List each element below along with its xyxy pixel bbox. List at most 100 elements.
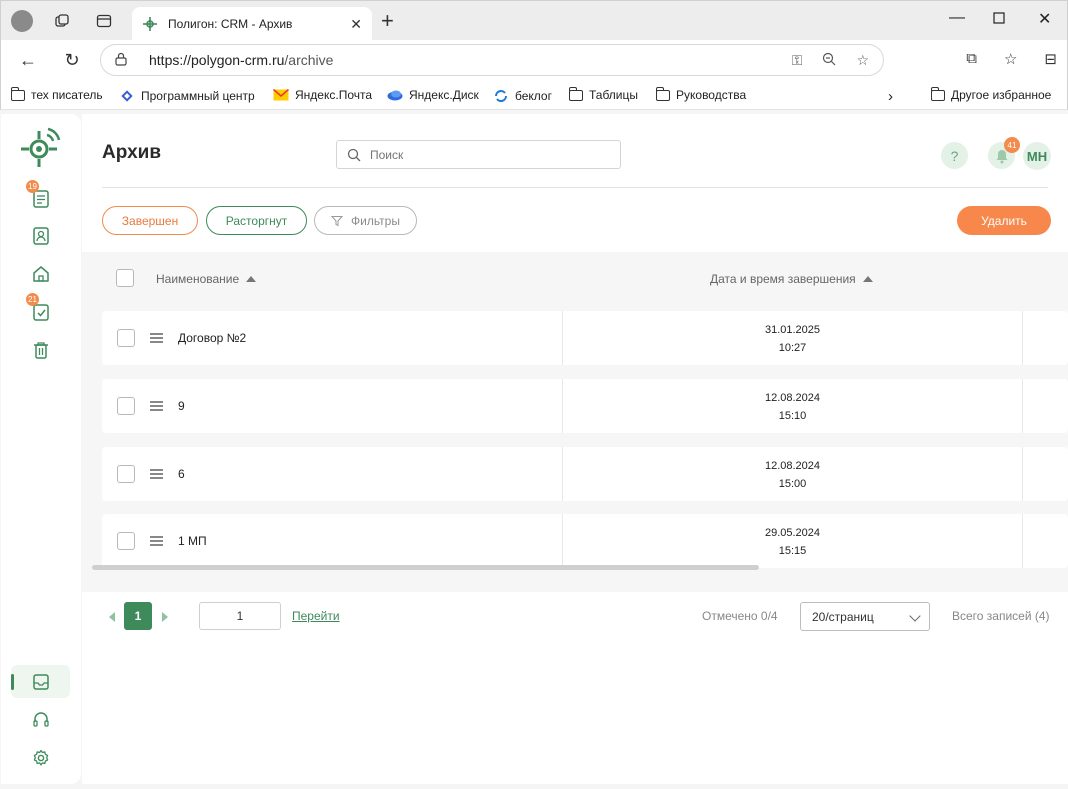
- trash-icon: [34, 342, 48, 359]
- row-date: 29.05.2024: [764, 527, 821, 539]
- page-number-current[interactable]: 1: [124, 602, 152, 630]
- per-page-select[interactable]: 20/страниц: [800, 602, 930, 631]
- bookmark-item[interactable]: беклог: [493, 88, 552, 104]
- sidebar-item-tasks[interactable]: 21: [26, 293, 54, 325]
- url-host: https://polygon-crm.ru: [149, 52, 285, 68]
- folder-icon: [569, 86, 583, 101]
- header-divider: [102, 187, 1048, 188]
- archive-table: Наименование Дата и время завершения Дог…: [82, 252, 1068, 592]
- sidebar-toggle-icon[interactable]: ⊟: [1044, 50, 1057, 68]
- sidebar-item-support[interactable]: [28, 707, 54, 733]
- table-row[interactable]: Договор №2 31.01.2025 10:27: [102, 311, 1068, 365]
- selected-count: Отмечено 0/4: [702, 609, 778, 623]
- browser-tab[interactable]: Полигон: CRM - Архив ✕: [132, 7, 372, 41]
- row-checkbox[interactable]: [117, 465, 135, 483]
- drag-handle-icon[interactable]: [150, 536, 163, 546]
- funnel-icon: [331, 215, 344, 226]
- url-field[interactable]: https://polygon-crm.ru/archive ⚿ ☆: [100, 44, 884, 76]
- table-row[interactable]: 1 МП 29.05.2024 15:15: [102, 514, 1068, 568]
- row-time: 15:15: [778, 545, 807, 557]
- contact-card-icon: [33, 227, 49, 245]
- column-header-name[interactable]: Наименование: [156, 272, 257, 286]
- profile-icon[interactable]: [11, 10, 33, 32]
- row-date: 31.01.2025: [764, 324, 821, 336]
- column-header-date[interactable]: Дата и время завершения: [710, 272, 873, 286]
- tasks-badge: 21: [26, 293, 39, 306]
- bookmark-item[interactable]: Яндекс.Почта: [273, 88, 372, 102]
- sidebar-item-home[interactable]: [28, 261, 54, 287]
- workspaces-icon[interactable]: [51, 10, 73, 32]
- sidebar-item-contacts[interactable]: [28, 223, 54, 249]
- search-input[interactable]: [370, 147, 600, 162]
- sidebar-item-settings[interactable]: [28, 745, 54, 771]
- bookmark-item[interactable]: Программный центр: [119, 88, 255, 104]
- filters-label: Фильтры: [351, 213, 400, 228]
- select-all-checkbox[interactable]: [116, 269, 134, 287]
- prev-page-icon[interactable]: [109, 612, 115, 622]
- tab-title: Полигон: CRM - Архив: [168, 17, 293, 31]
- back-icon[interactable]: ←: [16, 48, 40, 72]
- new-tab-icon[interactable]: +: [381, 9, 394, 33]
- favorites-icon[interactable]: ☆: [1004, 50, 1017, 68]
- reload-icon[interactable]: ↻: [60, 48, 84, 72]
- row-name: 9: [178, 399, 185, 413]
- close-window-icon[interactable]: ✕: [1038, 9, 1051, 29]
- row-checkbox[interactable]: [117, 397, 135, 415]
- cell-divider: [1022, 514, 1023, 568]
- row-name: 6: [178, 467, 185, 481]
- bookmark-label: Таблицы: [589, 88, 639, 102]
- bookmark-label: Яндекс.Диск: [409, 88, 479, 102]
- sidebar-item-documents[interactable]: 19: [26, 180, 54, 212]
- row-checkbox[interactable]: [117, 532, 135, 550]
- next-page-icon[interactable]: [162, 612, 168, 622]
- search-box[interactable]: [336, 140, 621, 169]
- help-button[interactable]: ?: [941, 142, 968, 169]
- filters-button[interactable]: Фильтры: [314, 206, 417, 235]
- goto-page-link[interactable]: Перейти: [292, 609, 340, 623]
- sort-asc-icon[interactable]: [862, 276, 873, 282]
- row-checkbox[interactable]: [117, 329, 135, 347]
- row-date: 12.08.2024: [764, 460, 821, 472]
- sort-asc-icon[interactable]: [246, 276, 257, 282]
- filter-terminated-chip[interactable]: Расторгнут: [206, 206, 307, 235]
- bookmark-item[interactable]: Таблицы: [569, 86, 639, 102]
- delete-button[interactable]: Удалить: [957, 206, 1051, 235]
- row-datetime: 31.01.2025 10:27: [563, 321, 1022, 357]
- cell-divider: [1022, 447, 1023, 501]
- table-row[interactable]: 9 12.08.2024 15:10: [102, 379, 1068, 433]
- sidebar-item-trash[interactable]: [28, 337, 54, 363]
- cell-divider: [1022, 311, 1023, 365]
- sidebar-item-archive[interactable]: [28, 669, 54, 695]
- extensions-icon[interactable]: ⧉: [966, 50, 977, 68]
- goto-page-input[interactable]: [199, 602, 281, 630]
- drag-handle-icon[interactable]: [150, 469, 163, 479]
- favorite-star-icon[interactable]: ☆: [856, 52, 869, 69]
- bookmark-item[interactable]: Яндекс.Диск: [387, 88, 479, 102]
- sidebar-active-indicator: [11, 674, 14, 690]
- key-icon[interactable]: ⚿: [792, 52, 803, 69]
- bookmark-item[interactable]: тех писатель: [11, 86, 103, 102]
- row-date: 12.08.2024: [764, 392, 821, 404]
- bookmarks-more-icon[interactable]: ›: [888, 88, 893, 105]
- drag-handle-icon[interactable]: [150, 401, 163, 411]
- minimize-icon[interactable]: —: [949, 9, 965, 27]
- horizontal-scrollbar[interactable]: [92, 565, 759, 570]
- zoom-icon[interactable]: [822, 52, 836, 69]
- home-icon: [33, 266, 49, 282]
- diamond-grid-icon: [121, 90, 133, 102]
- gear-icon: [33, 749, 49, 766]
- table-row[interactable]: 6 12.08.2024 15:00: [102, 447, 1068, 501]
- folder-icon: [931, 86, 945, 101]
- avatar[interactable]: МН: [1023, 142, 1051, 170]
- notifications-button[interactable]: 41: [988, 137, 1020, 169]
- maximize-icon[interactable]: [993, 9, 1005, 29]
- drag-handle-icon[interactable]: [150, 333, 163, 343]
- logo-icon[interactable]: [21, 127, 61, 167]
- lock-icon[interactable]: [115, 52, 129, 69]
- tab-actions-icon[interactable]: [93, 10, 115, 32]
- mail-icon: [273, 89, 289, 101]
- tab-close-icon[interactable]: ✕: [350, 16, 362, 33]
- other-bookmarks[interactable]: Другое избранное: [931, 86, 1051, 102]
- filter-completed-chip[interactable]: Завершен: [102, 206, 198, 235]
- bookmark-item[interactable]: Руководства: [656, 86, 746, 102]
